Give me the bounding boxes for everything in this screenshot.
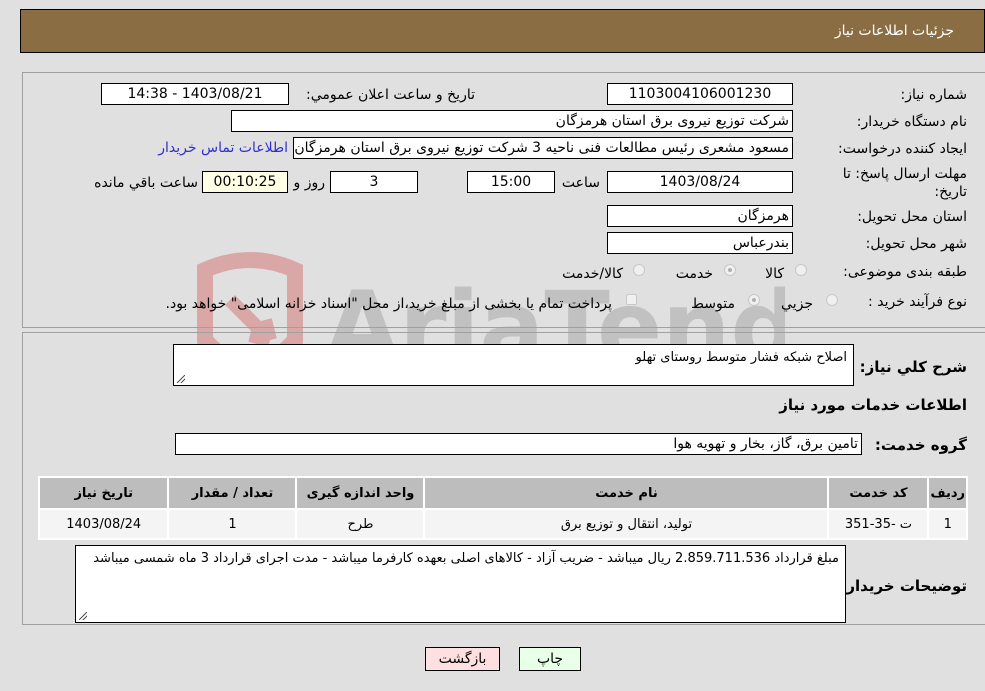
summary-textarea[interactable]: اصلاح شبکه فشار متوسط روستای تهلو (173, 344, 854, 386)
cell-unit: طرح (297, 510, 424, 538)
process-radio-minor[interactable] (826, 294, 838, 306)
category-radio-goods[interactable] (795, 264, 807, 276)
category-radio-service[interactable] (724, 264, 736, 276)
page-header: جزئیات اطلاعات نیاز (20, 9, 985, 53)
service-group-field[interactable]: تامین برق، گاز، بخار و تهویه هوا (175, 433, 862, 455)
category-label: طبقه بندی موضوعی: (843, 264, 967, 280)
col-service-name: نام خدمت (425, 478, 828, 508)
cell-quantity: 1 (169, 510, 296, 538)
need-number-field[interactable]: 1103004106001230 (607, 83, 793, 105)
buyer-notes-text: مبلغ قرارداد 2.859.711.536 ریال میباشد -… (93, 551, 839, 566)
city-field[interactable]: بندرعباس (607, 232, 793, 254)
days-remaining-field[interactable]: 3 (330, 171, 418, 193)
buyer-contact-link[interactable]: اطلاعات تماس خریدار (158, 140, 288, 156)
cell-need-date: 1403/08/24 (40, 510, 168, 538)
services-table: ردیف کد خدمت نام خدمت واحد اندازه گیری ت… (38, 476, 968, 540)
treasury-checkbox[interactable] (626, 294, 637, 305)
col-service-code: کد خدمت (829, 478, 928, 508)
table-header-row: ردیف کد خدمت نام خدمت واحد اندازه گیری ت… (40, 478, 966, 508)
announce-datetime-field[interactable]: 1403/08/21 - 14:38 (101, 83, 289, 105)
col-need-date: تاریخ نیاز (40, 478, 168, 508)
print-button[interactable]: چاپ (519, 647, 581, 671)
buyer-org-field[interactable]: شرکت توزیع نیروی برق استان هرمزگان (231, 110, 793, 132)
province-label: استان محل تحویل: (857, 209, 967, 225)
services-heading: اطلاعات خدمات مورد نیاز (779, 396, 967, 414)
deadline-time-field[interactable]: 15:00 (467, 171, 555, 193)
buyer-notes-label: توضیحات خریدار: (840, 577, 967, 595)
col-row: ردیف (929, 478, 966, 508)
cell-row: 1 (929, 510, 966, 538)
cell-service-code: ت -35-351 (829, 510, 928, 538)
summary-text: اصلاح شبکه فشار متوسط روستای تهلو (635, 350, 847, 365)
province-field[interactable]: هرمزگان (607, 205, 793, 227)
deadline-time-label: ساعت (561, 175, 600, 191)
remaining-label: ساعت باقي مانده (94, 175, 198, 191)
creator-label: ایجاد کننده درخواست: (838, 141, 967, 157)
need-number-label: شماره نیاز: (900, 87, 968, 103)
process-option-minor: جزيي (781, 296, 813, 312)
page-title: جزئیات اطلاعات نیاز (834, 23, 954, 39)
announce-label: تاریخ و ساعت اعلان عمومي: (306, 87, 475, 103)
back-button[interactable]: بازگشت (425, 647, 500, 671)
process-radio-medium[interactable] (748, 294, 760, 306)
cell-service-name: تولید، انتقال و توزیع برق (425, 510, 828, 538)
col-quantity: تعداد / مقدار (169, 478, 296, 508)
buyer-org-label: نام دستگاه خریدار: (856, 114, 967, 130)
category-option-goods-service: کالا/خدمت (562, 266, 623, 282)
creator-field[interactable]: مسعود مشعری رئیس مطالعات فنی ناحیه 3 شرک… (293, 137, 793, 159)
treasury-note: پرداخت تمام یا بخشی از مبلغ خرید،از محل … (165, 296, 612, 312)
resize-grip-icon[interactable] (79, 612, 87, 620)
service-group-label: گروه خدمت: (874, 436, 967, 454)
buyer-notes-textarea[interactable]: مبلغ قرارداد 2.859.711.536 ریال میباشد -… (75, 545, 846, 623)
summary-label: شرح کلي نیاز: (859, 358, 967, 376)
days-label: روز و (293, 175, 326, 191)
deadline-label: مهلت ارسال پاسخ: تا تاریخ: (842, 166, 967, 200)
category-radio-goods-service[interactable] (633, 264, 645, 276)
services-table-wrap: ردیف کد خدمت نام خدمت واحد اندازه گیری ت… (38, 476, 968, 540)
deadline-date-field[interactable]: 1403/08/24 (607, 171, 793, 193)
col-unit: واحد اندازه گیری (297, 478, 424, 508)
process-label: نوع فرآیند خرید : (868, 294, 967, 310)
remaining-time-field[interactable]: 00:10:25 (202, 171, 288, 193)
category-option-service: خدمت (675, 266, 713, 282)
city-label: شهر محل تحویل: (865, 236, 967, 252)
resize-grip-icon[interactable] (177, 375, 185, 383)
process-option-medium: متوسط (691, 296, 735, 312)
table-row: 1 ت -35-351 تولید، انتقال و توزیع برق طر… (40, 510, 966, 538)
category-option-goods: کالا (765, 266, 784, 282)
